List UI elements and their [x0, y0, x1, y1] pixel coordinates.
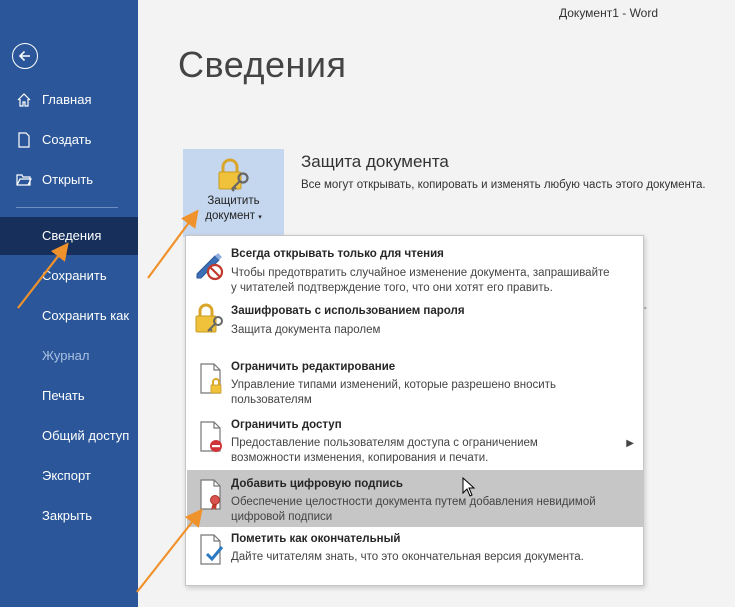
nav-export-label: Экспорт — [42, 468, 91, 483]
folder-open-icon — [16, 174, 32, 186]
nav-save[interactable]: Сохранить — [0, 257, 138, 295]
nav-new[interactable]: Создать — [0, 121, 138, 159]
menu-item-read-only-desc: Чтобы предотвратить случайное изменение … — [231, 266, 631, 296]
desc-line: возможности изменения, копирования и печ… — [231, 452, 489, 464]
dropdown-caret-icon: ▾ — [258, 214, 262, 221]
protection-description: Все могут открывать, копировать и изменя… — [301, 179, 706, 191]
desc-line: Обеспечение целостности документа путем … — [231, 496, 596, 508]
menu-item-encrypt-title: Зашифровать с использованием пароля — [231, 305, 465, 317]
document-restricted-icon — [200, 421, 222, 452]
menu-item-digital-signature-title: Добавить цифровую подпись — [231, 478, 403, 490]
protect-document-menu: Всегда открывать только для чтения Чтобы… — [185, 235, 644, 586]
mouse-cursor-icon — [462, 477, 476, 497]
menu-item-read-only-title: Всегда открывать только для чтения — [231, 248, 444, 260]
nav-new-label: Создать — [42, 132, 92, 147]
desc-line: пользователям — [231, 394, 312, 406]
page-title: Сведения — [178, 44, 347, 85]
desc-line: Защита документа паролем — [231, 324, 381, 336]
menu-item-encrypt-desc: Защита документа паролем — [231, 323, 631, 338]
menu-item-mark-final[interactable]: Пометить как окончательный Дайте читател… — [187, 528, 644, 576]
nav-close[interactable]: Закрыть — [0, 497, 138, 535]
nav-save-as[interactable]: Сохранить как — [0, 297, 138, 335]
desc-line: у читателей подтверждение того, что они … — [231, 282, 553, 294]
sidebar-divider — [16, 207, 118, 208]
nav-home-label: Главная — [42, 92, 92, 107]
protection-title: Защита документа — [301, 152, 449, 171]
menu-item-restrict-editing-title: Ограничить редактирование — [231, 361, 396, 373]
protect-label-line2: документ ▾ — [183, 209, 284, 225]
submenu-chevron-icon: ▶ — [626, 438, 634, 449]
back-button[interactable] — [12, 43, 38, 69]
document-check-icon — [200, 534, 224, 565]
back-arrow-icon — [18, 50, 30, 62]
nav-save-as-label: Сохранить как — [42, 308, 130, 323]
document-lock-icon — [200, 363, 222, 394]
pencil-no-icon — [196, 253, 224, 281]
menu-item-restrict-editing[interactable]: Ограничить редактирование Управление тип… — [187, 356, 644, 412]
desc-line: Чтобы предотвратить случайное изменение … — [231, 267, 610, 279]
nav-export[interactable]: Экспорт — [0, 457, 138, 495]
new-document-icon — [18, 132, 30, 148]
nav-history-label: Журнал — [42, 348, 90, 363]
desc-line: Предоставление пользователям доступа с о… — [231, 437, 538, 449]
window-title: Документ1 - Word — [559, 6, 659, 20]
protect-document-label: Защитить документ ▾ — [183, 194, 284, 225]
menu-item-digital-signature[interactable]: Добавить цифровую подпись Обеспечение це… — [187, 470, 644, 527]
nav-open[interactable]: Открыть — [0, 161, 138, 199]
nav-share-label: Общий доступ — [42, 428, 130, 443]
lock-key-icon — [218, 158, 249, 192]
home-icon — [17, 93, 31, 107]
protect-label-line2-text: документ — [205, 210, 256, 222]
protect-label-line1: Защитить — [207, 195, 260, 207]
nav-print[interactable]: Печать — [0, 377, 138, 415]
nav-home[interactable]: Главная — [0, 81, 138, 119]
desc-line: Дайте читателям знать, что это окончател… — [231, 551, 584, 563]
menu-item-encrypt[interactable]: Зашифровать с использованием пароля Защи… — [187, 298, 644, 346]
menu-item-digital-signature-desc: Обеспечение целостности документа путем … — [231, 495, 631, 525]
nav-close-label: Закрыть — [42, 508, 93, 523]
nav-save-label: Сохранить — [42, 268, 107, 283]
nav-info[interactable]: Сведения — [0, 217, 138, 255]
protect-document-button[interactable]: Защитить документ ▾ — [183, 149, 284, 237]
menu-item-mark-final-title: Пометить как окончательный — [231, 533, 401, 545]
document-ribbon-icon — [200, 479, 221, 510]
menu-item-restrict-access-desc: Предоставление пользователям доступа с о… — [231, 436, 631, 466]
nav-open-label: Открыть — [42, 172, 94, 187]
nav-history: Журнал — [0, 337, 138, 375]
menu-item-restrict-access-title: Ограничить доступ — [231, 419, 342, 431]
menu-item-mark-final-desc: Дайте читателям знать, что это окончател… — [231, 550, 631, 565]
desc-line: Управление типами изменений, которые раз… — [231, 379, 556, 391]
menu-item-restrict-access[interactable]: Ограничить доступ Предоставление пользов… — [187, 414, 644, 470]
menu-item-restrict-editing-desc: Управление типами изменений, которые раз… — [231, 378, 631, 408]
nav-print-label: Печать — [42, 388, 85, 403]
lock-key-icon — [195, 303, 223, 333]
desc-line: цифровой подписи — [231, 511, 333, 523]
nav-share[interactable]: Общий доступ — [0, 417, 138, 455]
nav-info-label: Сведения — [42, 228, 102, 243]
backstage-sidebar: Главная Создать Открыть Сведения Сохрани… — [0, 0, 138, 607]
menu-item-read-only[interactable]: Всегда открывать только для чтения Чтобы… — [187, 241, 644, 297]
